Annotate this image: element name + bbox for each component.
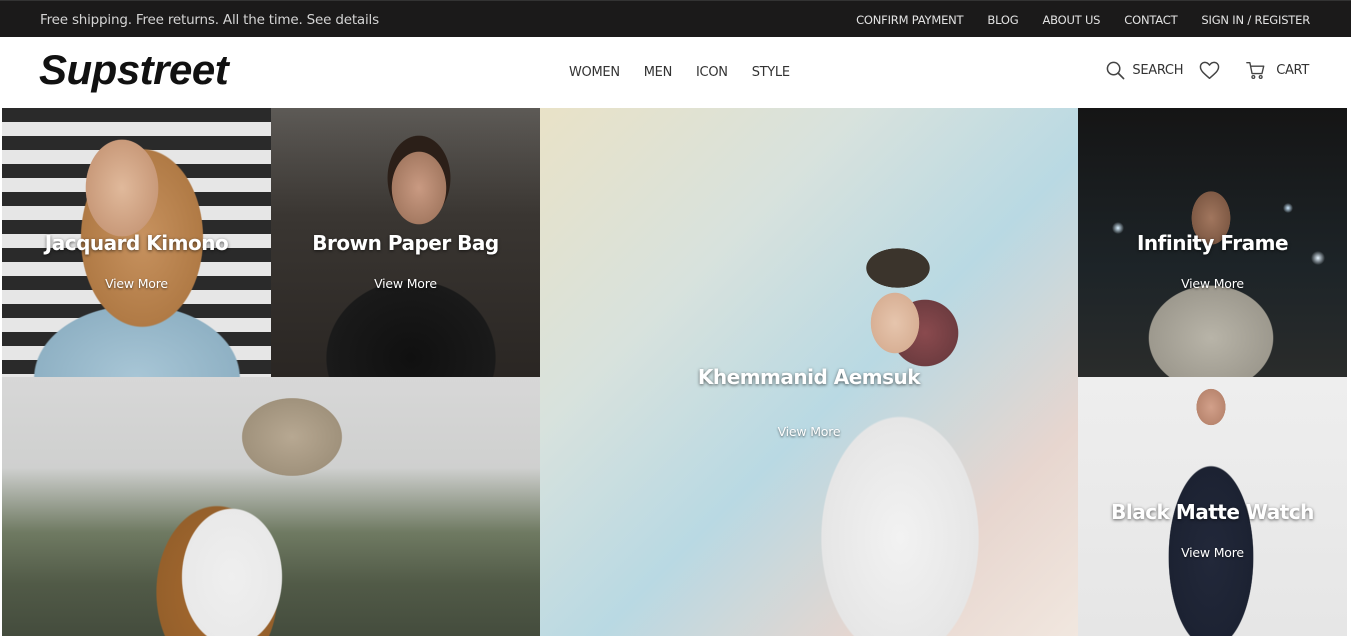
view-more-link[interactable]: View More	[2, 276, 271, 291]
view-more-link[interactable]: View More	[1078, 276, 1347, 291]
nav-icon[interactable]: ICON	[696, 65, 728, 80]
tile-title: Black Matte Watch	[1111, 500, 1314, 524]
header-tools: SEARCH CART	[1106, 61, 1309, 80]
tile-infinity-frame[interactable]: Infinity Frame View More	[1078, 108, 1347, 377]
cart-button[interactable]: CART	[1246, 61, 1309, 80]
view-more-link[interactable]: View More	[271, 276, 540, 291]
site-logo[interactable]: Supstreet	[39, 46, 229, 94]
announcement-bar: Free shipping. Free returns. All the tim…	[0, 0, 1351, 37]
shipping-promo-link[interactable]: Free shipping. Free returns. All the tim…	[40, 12, 379, 28]
tile-brown-paper-bag[interactable]: Brown Paper Bag View More	[271, 108, 540, 377]
tile-title: Khemmanid Aemsuk	[697, 365, 921, 389]
tile-black-matte-watch[interactable]: Black Matte Watch View More	[1078, 377, 1347, 636]
utility-links: CONFIRM PAYMENT BLOG ABOUT US CONTACT SI…	[832, 13, 1310, 27]
main-navigation: WOMEN MEN ICON STYLE	[569, 65, 814, 80]
tile-sweater-feature[interactable]	[2, 377, 540, 636]
tile-khemmanid-aemsuk[interactable]: Khemmanid Aemsuk View More	[540, 108, 1078, 636]
cart-icon	[1246, 62, 1265, 80]
nav-men[interactable]: MEN	[644, 65, 673, 80]
wishlist-button[interactable]	[1199, 61, 1220, 80]
cart-label: CART	[1276, 63, 1309, 78]
tile-photo	[2, 377, 540, 636]
blog-link[interactable]: BLOG	[987, 13, 1018, 27]
search-label: SEARCH	[1132, 63, 1184, 78]
tile-title: Jacquard Kimono	[44, 231, 229, 255]
search-icon	[1107, 61, 1125, 80]
contact-link[interactable]: CONTACT	[1124, 13, 1177, 27]
view-more-link[interactable]: View More	[540, 424, 1078, 439]
nav-style[interactable]: STYLE	[752, 65, 790, 80]
nav-women[interactable]: WOMEN	[569, 65, 620, 80]
confirm-payment-link[interactable]: CONFIRM PAYMENT	[856, 13, 963, 27]
tile-title: Infinity Frame	[1136, 231, 1289, 255]
tile-title: Brown Paper Bag	[312, 231, 499, 255]
tile-jacquard-kimono[interactable]: Jacquard Kimono View More	[2, 108, 271, 377]
about-us-link[interactable]: ABOUT US	[1042, 13, 1100, 27]
view-more-link[interactable]: View More	[1078, 545, 1347, 560]
sign-in-register-link[interactable]: SIGN IN / REGISTER	[1201, 13, 1310, 27]
heart-icon	[1199, 61, 1220, 80]
site-header: Supstreet WOMEN MEN ICON STYLE SEARCH CA	[0, 37, 1351, 108]
search-button[interactable]: SEARCH	[1106, 61, 1183, 80]
